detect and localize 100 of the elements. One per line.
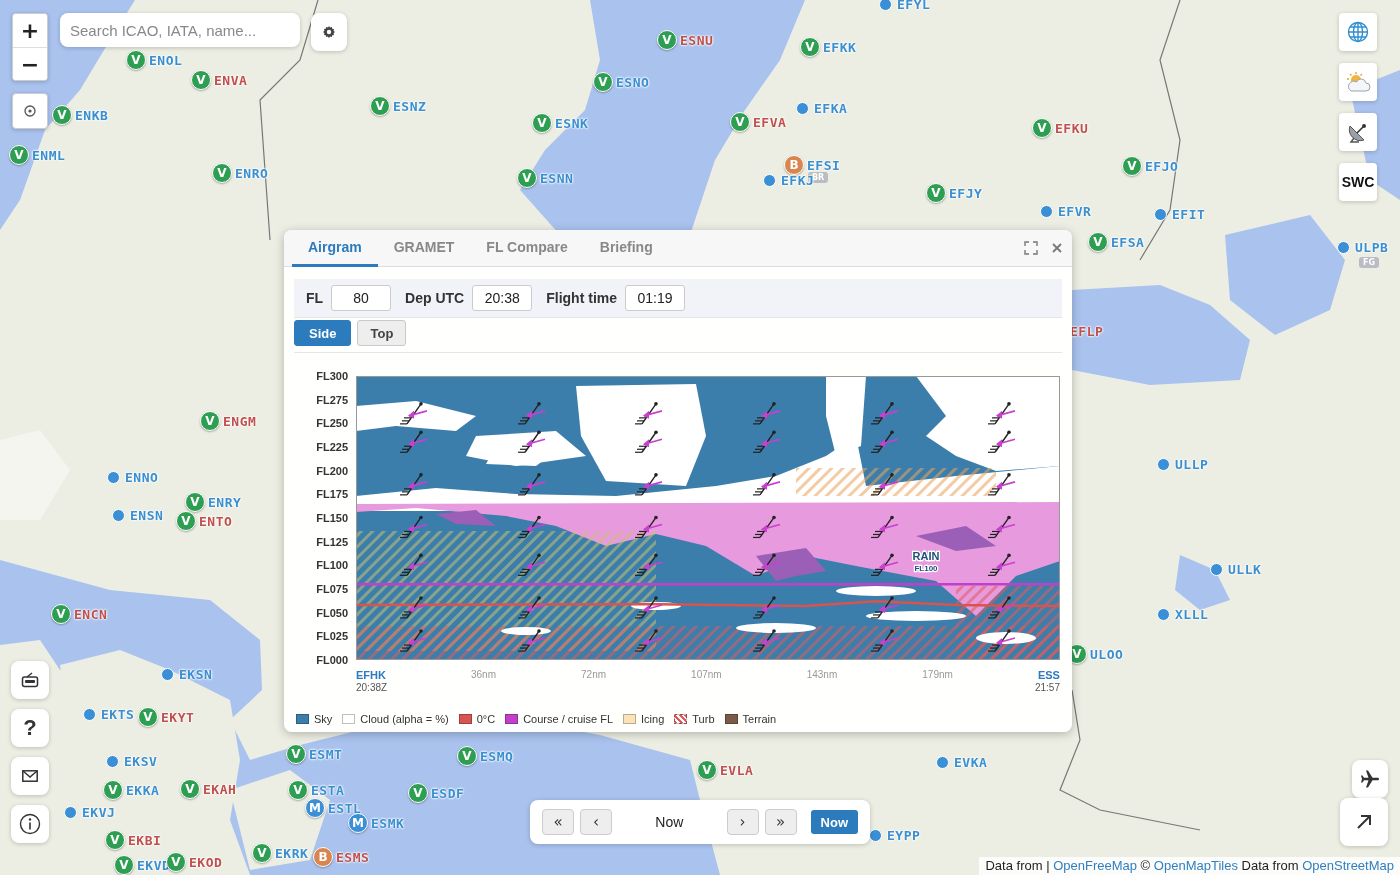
airport-code[interactable]: ULPB [1355, 240, 1389, 255]
now-button[interactable]: Now [810, 810, 858, 834]
airport-code[interactable]: ENSN [130, 508, 164, 523]
attribution-link[interactable]: OpenMapTiles [1153, 858, 1238, 873]
axis-tick-label: FL250 [316, 417, 348, 430]
zoom-out-button[interactable]: − [13, 47, 47, 80]
legend-label: 0°C [476, 713, 496, 725]
airport-code[interactable]: EKBI [128, 832, 162, 848]
locate-button[interactable] [12, 93, 48, 129]
airport-code[interactable]: ENOL [149, 52, 183, 68]
zoom-in-button[interactable]: + [13, 14, 47, 47]
axis-tick-label: FL300 [316, 370, 348, 382]
plane-button[interactable] [1352, 760, 1388, 798]
airport-code[interactable]: ENTO [199, 513, 233, 529]
view-toggle[interactable]: Side [294, 320, 352, 346]
airport-code[interactable]: ESMT [309, 746, 343, 762]
search-field[interactable]: Search ICAO, IATA, name... [60, 13, 300, 47]
legend-label: Turb [692, 713, 715, 725]
airport-code[interactable]: ESNK [555, 115, 589, 131]
close-icon[interactable] [1052, 243, 1062, 253]
airport-code[interactable]: EFKU [1055, 120, 1089, 136]
mail-button[interactable] [11, 757, 49, 795]
airport-code[interactable]: ULLP [1175, 457, 1209, 472]
step-back-button[interactable]: « [542, 809, 574, 835]
axis-tick-label: FL150 [316, 511, 348, 524]
text-button[interactable]: ? [11, 709, 49, 747]
airport-code[interactable]: ULLK [1228, 562, 1262, 577]
view-toggle[interactable]: Top [357, 320, 407, 346]
airport-code[interactable]: ESMQ [480, 748, 514, 764]
input-field[interactable]: 20:38 [472, 285, 533, 311]
airport-code[interactable]: EFSA [1111, 234, 1145, 250]
arrow-button[interactable] [1340, 798, 1388, 846]
info-button[interactable] [11, 805, 49, 843]
airport-code[interactable]: ENVA [214, 72, 248, 88]
panel-tab[interactable]: GRAMET [377, 230, 471, 267]
airport-code[interactable]: ESNN [540, 170, 574, 186]
text-button[interactable]: SWC [1339, 163, 1377, 201]
weather-button[interactable] [1339, 63, 1377, 101]
airport-code[interactable]: EKAH [203, 781, 237, 797]
television-icon [21, 672, 39, 688]
airport-code[interactable]: EVKA [954, 755, 988, 770]
departure-time: 20:38Z [356, 682, 388, 693]
globe-button[interactable] [1339, 13, 1377, 51]
airport-code[interactable]: EFJO [1145, 158, 1179, 174]
airport-code[interactable]: ESMK [371, 815, 405, 831]
step-forward-button[interactable]: › [726, 809, 759, 835]
axis-tick-label: FL000 [316, 653, 348, 666]
airport-code[interactable]: ENGM [223, 413, 257, 429]
input-field[interactable]: 01:19 [625, 285, 685, 311]
airport-code[interactable]: ESTL [328, 800, 362, 816]
airport-code[interactable]: ENCN [74, 606, 108, 622]
airport-code[interactable]: EKKA [126, 782, 160, 798]
airport-code[interactable]: ENNO [125, 470, 159, 485]
destination-code: ESS [1037, 669, 1060, 681]
airport-code[interactable]: EKYT [161, 709, 195, 725]
airport-code[interactable]: ESMS [336, 849, 370, 865]
attribution-link[interactable]: OpenStreetMap [1302, 858, 1394, 873]
airport-code[interactable]: ENRO [235, 165, 269, 181]
airport-code[interactable]: EFVA [753, 114, 787, 130]
axis-tick-label: FL025 [316, 630, 348, 643]
tv-button[interactable] [11, 661, 49, 699]
settings-button[interactable] [311, 13, 347, 51]
lake-area [1175, 555, 1230, 610]
airport-code[interactable]: EVLA [720, 762, 754, 778]
airport-dot[interactable] [879, 0, 892, 11]
airport-code[interactable]: ESNO [616, 74, 650, 90]
panel-tab[interactable]: Briefing [583, 230, 669, 267]
airport-code[interactable]: EYPP [887, 828, 921, 843]
airport-code[interactable]: XLLL [1175, 607, 1209, 622]
dish-button[interactable] [1339, 113, 1377, 151]
airport-code[interactable]: EFKK [823, 39, 857, 55]
step-forward-button[interactable]: » [764, 809, 797, 835]
airport-code[interactable]: EKVJ [82, 805, 116, 820]
panel-tab[interactable]: FL Compare [470, 230, 584, 267]
airport-code[interactable]: ULOO [1090, 646, 1124, 662]
airport-code[interactable]: ENKB [75, 107, 109, 123]
axis-tick-label: FL275 [316, 393, 348, 406]
airport-code[interactable]: ESNZ [393, 98, 427, 114]
step-back-button[interactable]: ‹ [580, 809, 612, 835]
airport-code[interactable]: EKTS [101, 707, 135, 722]
airport-code[interactable]: EFJY [949, 185, 983, 201]
airport-code[interactable]: EFLP [1070, 324, 1104, 339]
airport-code[interactable]: ESDF [431, 785, 465, 801]
airport-code[interactable]: EFYL [897, 0, 931, 12]
panel-tab[interactable]: Airgram [292, 230, 378, 267]
airport-code[interactable]: EKSN [179, 667, 213, 682]
airport-code[interactable]: ESNU [680, 32, 714, 48]
attribution-link[interactable]: OpenFreeMap [1053, 858, 1137, 873]
airport-code[interactable]: EKRK [275, 845, 309, 861]
input-field[interactable]: 80 [331, 285, 392, 311]
airport-code[interactable]: EKOD [189, 854, 223, 870]
airport-code[interactable]: EFSI [807, 157, 841, 173]
airport-code[interactable]: EFVR [1058, 204, 1092, 219]
airport-code[interactable]: EFKA [814, 101, 848, 116]
airport-code[interactable]: EKSV [124, 754, 158, 769]
airport-code[interactable]: ENRY [208, 494, 242, 510]
airport-code[interactable]: EFIT [1172, 207, 1206, 222]
airport-code[interactable]: ENML [32, 147, 66, 163]
expand-icon[interactable] [1024, 241, 1038, 255]
mail-icon [22, 770, 38, 782]
